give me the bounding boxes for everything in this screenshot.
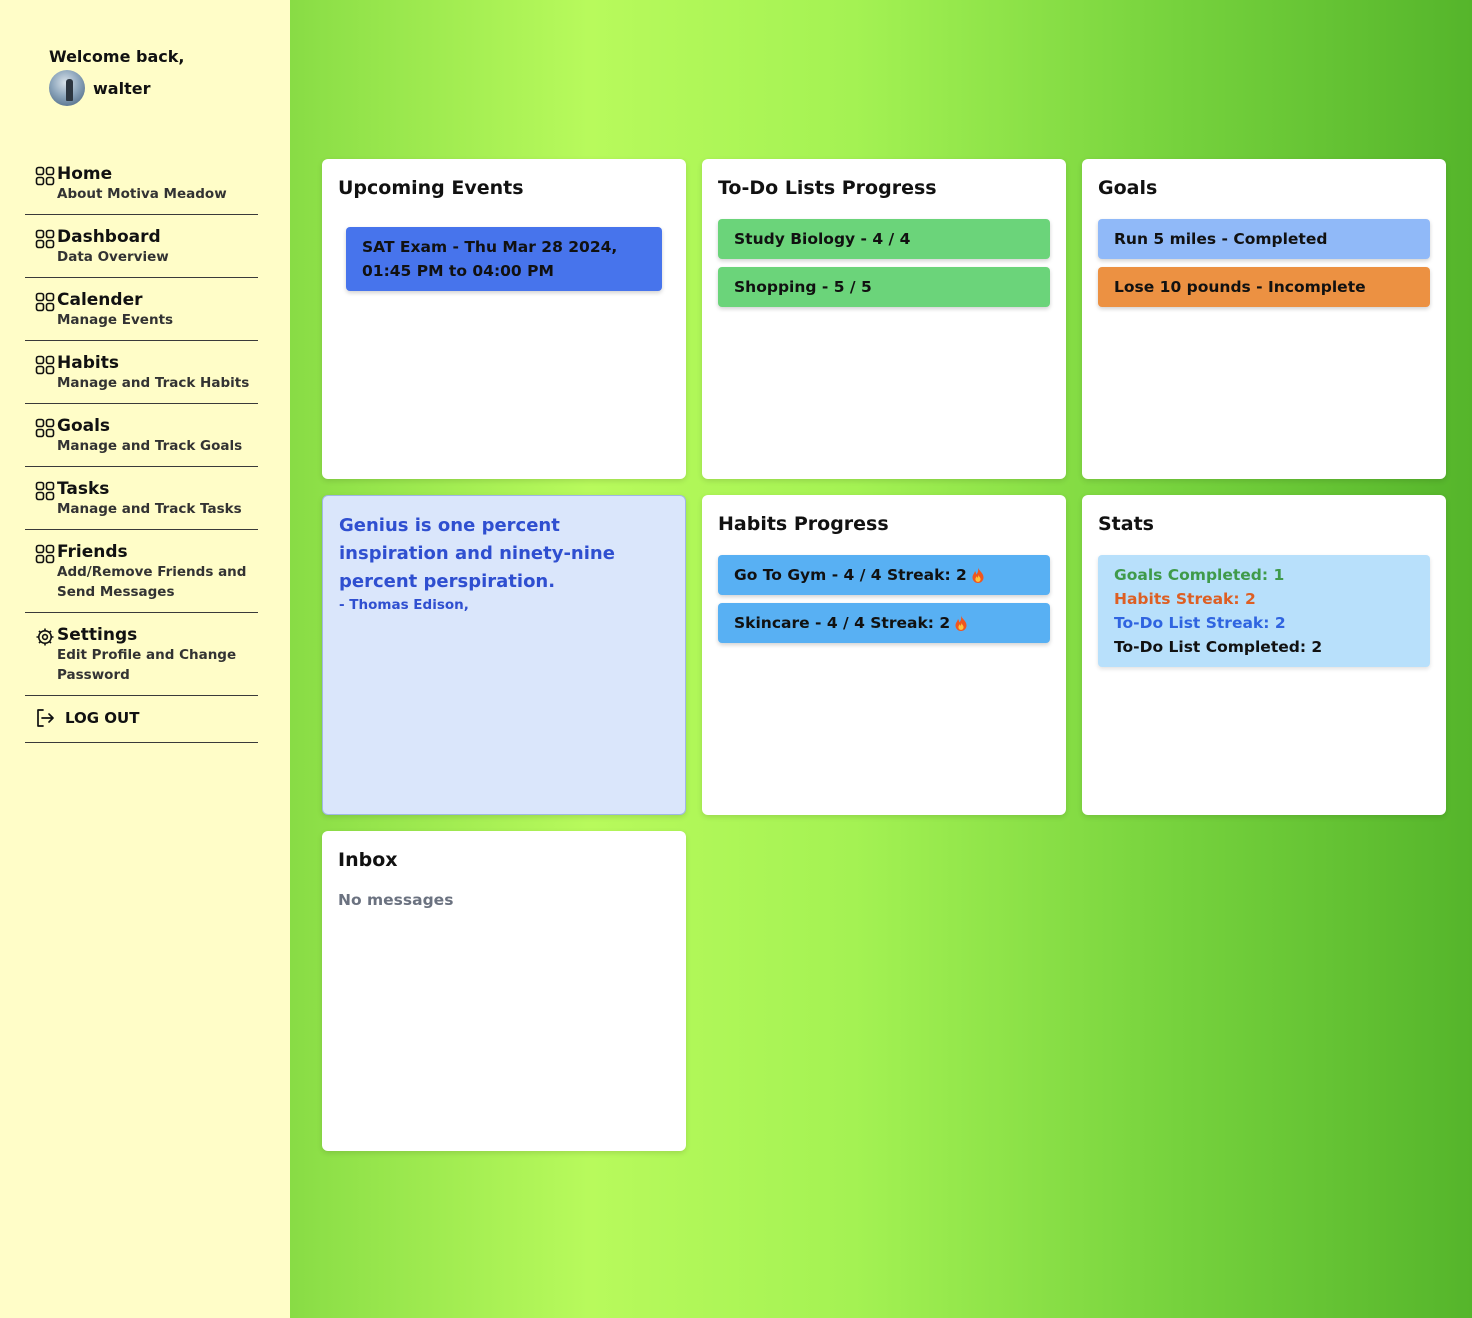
stats-card: Stats Goals Completed: 1 Habits Streak: … — [1082, 495, 1446, 815]
goals-card: Goals Run 5 miles - Completed Lose 10 po… — [1082, 159, 1446, 479]
sidebar-item-friends[interactable]: Friends Add/Remove Friends and Send Mess… — [25, 530, 258, 613]
sidebar-item-goals[interactable]: Goals Manage and Track Goals — [25, 404, 258, 467]
card-title: Stats — [1098, 513, 1154, 535]
sidebar-item-subtitle: Manage and Track Tasks — [57, 501, 242, 517]
grid-icon — [35, 355, 55, 375]
sidebar-item-label: Home — [57, 164, 113, 184]
sidebar-item-subtitle: Data Overview — [57, 249, 169, 265]
grid-icon — [35, 544, 55, 564]
sidebar-item-calender[interactable]: Calender Manage Events — [25, 278, 258, 341]
sidebar-item-subtitle: Manage Events — [57, 312, 174, 328]
username: walter — [93, 78, 151, 98]
habit-item[interactable]: Skincare - 4 / 4 Streak: 2 — [718, 603, 1050, 643]
sidebar-item-dashboard[interactable]: Dashboard Data Overview — [25, 215, 258, 278]
sidebar-item-habits[interactable]: Habits Manage and Track Habits — [25, 341, 258, 404]
grid-icon — [35, 418, 55, 438]
todo-progress-card: To-Do Lists Progress Study Biology - 4 /… — [702, 159, 1066, 479]
avatar[interactable] — [49, 70, 85, 106]
sidebar-item-subtitle: Add/Remove Friends and Send Messages — [57, 564, 247, 600]
logout-icon — [37, 709, 54, 727]
goal-item-completed[interactable]: Run 5 miles - Completed — [1098, 219, 1430, 259]
sidebar-item-subtitle: Manage and Track Goals — [57, 438, 243, 454]
logout-button[interactable]: LOG OUT — [25, 696, 258, 743]
card-title: Habits Progress — [718, 513, 889, 535]
logout-label: LOG OUT — [65, 709, 140, 727]
habits-progress-card: Habits Progress Go To Gym - 4 / 4 Streak… — [702, 495, 1066, 815]
stat-habits-streak: Habits Streak: 2 — [1114, 590, 1256, 608]
sidebar-item-label: Goals — [57, 416, 111, 436]
welcome-text: Welcome back, — [49, 47, 185, 66]
quote-text: Genius is one percent inspiration and ni… — [339, 515, 615, 592]
sidebar-item-label: Calender — [57, 290, 143, 310]
grid-icon — [35, 166, 55, 186]
sidebar-item-settings[interactable]: Settings Edit Profile and Change Passwor… — [25, 613, 258, 696]
upcoming-events-card: Upcoming Events SAT Exam - Thu Mar 28 20… — [322, 159, 686, 479]
sidebar-item-label: Friends — [57, 542, 128, 562]
grid-icon — [35, 481, 55, 501]
sidebar-item-label: Tasks — [57, 479, 110, 499]
sidebar-item-subtitle: Manage and Track Habits — [57, 375, 250, 391]
sidebar-item-subtitle: About Motiva Meadow — [57, 186, 227, 202]
todo-item[interactable]: Study Biology - 4 / 4 — [718, 219, 1050, 259]
habit-label: Go To Gym - 4 / 4 Streak: 2 — [734, 566, 967, 584]
sidebar-item-home[interactable]: Home About Motiva Meadow — [25, 152, 258, 215]
sidebar-item-label: Settings — [57, 625, 138, 645]
grid-icon — [35, 292, 55, 312]
grid-icon — [35, 229, 55, 249]
event-item[interactable]: SAT Exam - Thu Mar 28 2024, 01:45 PM to … — [346, 227, 662, 291]
inbox-card: Inbox No messages — [322, 831, 686, 1151]
sidebar-item-subtitle: Edit Profile and Change Password — [57, 647, 237, 683]
todo-item[interactable]: Shopping - 5 / 5 — [718, 267, 1050, 307]
sidebar-item-tasks[interactable]: Tasks Manage and Track Tasks — [25, 467, 258, 530]
quote-card: Genius is one percent inspiration and ni… — [322, 495, 686, 815]
habit-item[interactable]: Go To Gym - 4 / 4 Streak: 2 — [718, 555, 1050, 595]
stats-box: Goals Completed: 1 Habits Streak: 2 To-D… — [1098, 555, 1430, 667]
goal-item-incomplete[interactable]: Lose 10 pounds - Incomplete — [1098, 267, 1430, 307]
flame-icon — [955, 615, 967, 631]
card-title: Inbox — [338, 849, 398, 871]
stat-todo-streak: To-Do List Streak: 2 — [1114, 614, 1286, 632]
gear-icon — [36, 628, 54, 646]
habit-label: Skincare - 4 / 4 Streak: 2 — [734, 614, 951, 632]
stat-goals-completed: Goals Completed: 1 — [1114, 566, 1285, 584]
card-title: Goals — [1098, 177, 1158, 199]
sidebar: Welcome back, walter Home About Motiva M… — [0, 0, 290, 1318]
sidebar-item-label: Dashboard — [57, 227, 161, 247]
stat-todo-completed: To-Do List Completed: 2 — [1114, 638, 1323, 656]
quote-author: - Thomas Edison, — [339, 597, 469, 613]
user-profile[interactable]: walter — [49, 70, 150, 106]
inbox-empty-message: No messages — [338, 891, 454, 909]
card-title: Upcoming Events — [338, 177, 524, 199]
card-title: To-Do Lists Progress — [718, 177, 937, 199]
flame-icon — [972, 567, 984, 583]
sidebar-item-label: Habits — [57, 353, 119, 373]
sidebar-nav: Home About Motiva Meadow Dashboard Data … — [25, 152, 258, 743]
